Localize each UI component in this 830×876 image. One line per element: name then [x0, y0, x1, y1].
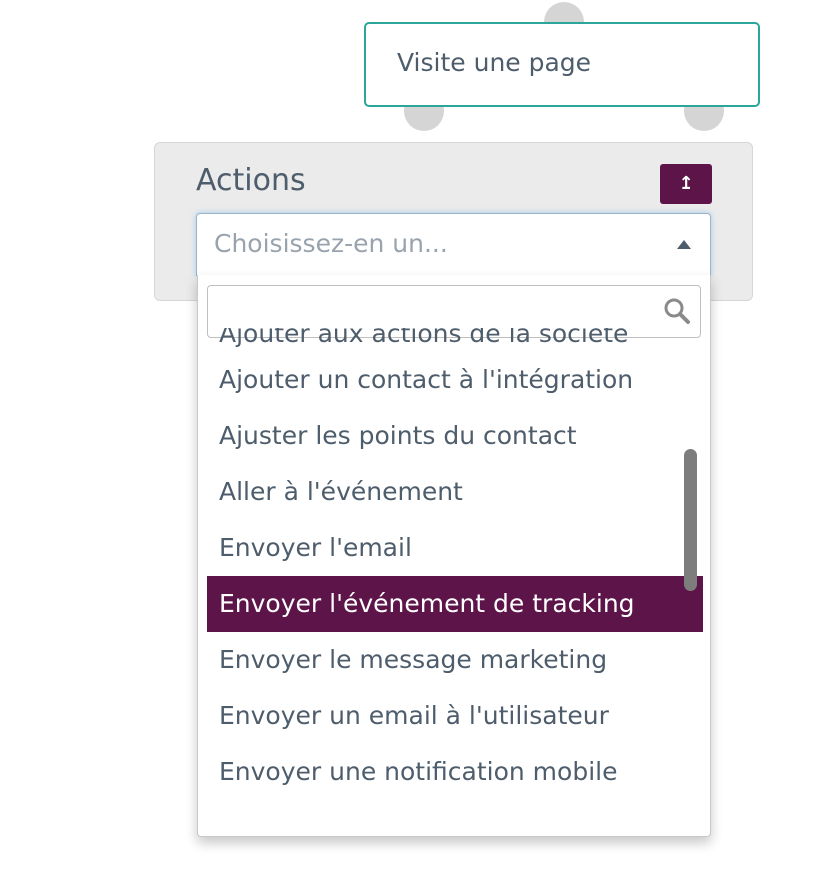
- trigger-label: Visite une page: [397, 48, 592, 77]
- option-envoyer-email-utilisateur[interactable]: Envoyer un email à l'utilisateur: [207, 688, 703, 744]
- arrow-up-icon: ↥: [678, 173, 694, 194]
- option-envoyer-email[interactable]: Envoyer l'email: [207, 520, 703, 576]
- trigger-node[interactable]: Visite une page: [364, 22, 760, 107]
- select-placeholder: Choisissez-en un...: [214, 229, 448, 258]
- actions-select[interactable]: Choisissez-en un...: [196, 213, 711, 276]
- option-ajouter-contact-integration[interactable]: Ajouter un contact à l'intégration: [207, 352, 703, 408]
- option-envoyer-evenement-tracking[interactable]: Envoyer l'événement de tracking: [207, 576, 703, 632]
- scrollbar-thumb[interactable]: [684, 449, 697, 591]
- option-aller-evenement[interactable]: Aller à l'événement: [207, 464, 703, 520]
- actions-dropdown: Ajouter aux actions de la société Ajoute…: [197, 275, 711, 837]
- option-envoyer-message-marketing[interactable]: Envoyer le message marketing: [207, 632, 703, 688]
- collapse-button[interactable]: ↥: [660, 164, 712, 204]
- options-list[interactable]: Ajouter aux actions de la société Ajoute…: [198, 328, 710, 833]
- option-envoyer-notification-mobile[interactable]: Envoyer une notification mobile: [207, 744, 703, 800]
- option-ajuster-points-contact[interactable]: Ajuster les points du contact: [207, 408, 703, 464]
- actions-title: Actions: [196, 163, 306, 198]
- caret-up-icon: [677, 240, 691, 249]
- search-icon: [664, 298, 690, 324]
